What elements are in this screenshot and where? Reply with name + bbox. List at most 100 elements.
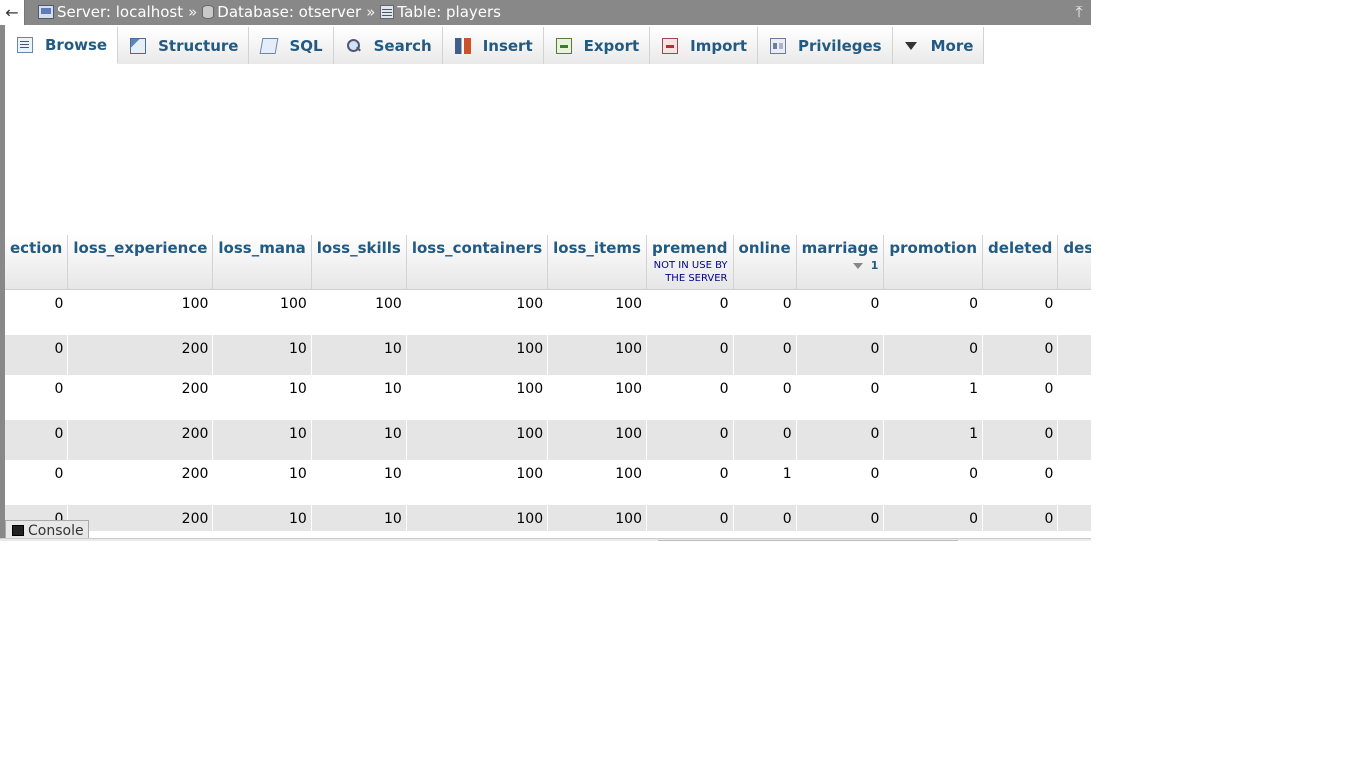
table-cell: 1 bbox=[733, 459, 797, 505]
table-cell: 0 bbox=[5, 289, 69, 335]
column-header-label: loss_containers bbox=[411, 239, 543, 257]
collapse-top-icon[interactable]: ⤒ bbox=[1070, 3, 1088, 21]
sql-icon bbox=[260, 37, 279, 54]
table-cell: 0 bbox=[733, 289, 797, 335]
table-cell: 0 bbox=[646, 374, 734, 420]
table-cell: 100 bbox=[67, 289, 214, 335]
column-header-label: marriage bbox=[801, 239, 879, 257]
table-cell: 0 bbox=[733, 334, 797, 375]
breadcrumb-table[interactable]: Table: players bbox=[380, 3, 501, 21]
breadcrumb-server[interactable]: Server: localhost bbox=[38, 3, 183, 21]
column-header-label: promotion bbox=[889, 239, 978, 257]
table-cell: 100 bbox=[212, 289, 312, 335]
table-cell: 100 bbox=[547, 459, 647, 505]
breadcrumb-database-label: Database: otserver bbox=[217, 3, 362, 21]
table-cell: 100 bbox=[547, 289, 647, 335]
table-cell: 0 bbox=[883, 504, 984, 531]
console-toggle-button[interactable]: Console bbox=[5, 520, 89, 540]
column-header-label: deleted bbox=[988, 239, 1053, 257]
tab-label: Structure bbox=[158, 36, 239, 55]
column-comment-line: THE SERVER bbox=[665, 273, 728, 284]
table-cell: 0 bbox=[646, 504, 734, 531]
back-arrow-icon: ← bbox=[5, 3, 19, 22]
tab-label: Privileges bbox=[798, 36, 882, 55]
column-header[interactable]: loss_containers bbox=[406, 235, 549, 290]
table-cell: 10 bbox=[311, 504, 407, 531]
table-cell: 100 bbox=[547, 504, 647, 531]
console-label: Console bbox=[28, 522, 84, 539]
column-header[interactable]: loss_items bbox=[547, 235, 647, 290]
table-row[interactable]: 0 200 10 10 100 100 0 0 0 1 0 bbox=[5, 419, 1091, 460]
breadcrumb-separator: » bbox=[366, 3, 376, 21]
column-header-label: loss_experience bbox=[73, 239, 208, 257]
tab-import[interactable]: Import bbox=[650, 27, 758, 64]
table-cell: 100 bbox=[406, 334, 549, 375]
table-cell: 0 bbox=[883, 459, 984, 505]
tab-label: Export bbox=[583, 36, 640, 55]
table-cell: 0 bbox=[796, 334, 885, 375]
table-cell: 0 bbox=[733, 419, 797, 460]
table-cell: 0 bbox=[883, 334, 984, 375]
table-cell: 100 bbox=[406, 374, 549, 420]
table-cell: 10 bbox=[212, 374, 312, 420]
column-header[interactable]: loss_skills bbox=[311, 235, 407, 290]
table-cell: 10 bbox=[212, 419, 312, 460]
column-header-marriage[interactable]: marriage 1 bbox=[796, 235, 885, 290]
tab-browse[interactable]: Browse bbox=[5, 27, 119, 64]
back-button[interactable]: ← bbox=[0, 0, 25, 25]
tab-label: SQL bbox=[289, 36, 323, 55]
table-row[interactable]: 0 200 10 10 100 100 0 0 0 0 0 bbox=[5, 334, 1091, 375]
sort-indicator: 1 bbox=[802, 259, 879, 272]
phpmyadmin-window: ← Server: localhost » Database: otserver… bbox=[0, 0, 1091, 541]
table-cell: 0 bbox=[646, 459, 734, 505]
table-cell: 100 bbox=[311, 289, 407, 335]
table-row[interactable]: 0 100 100 100 100 100 0 0 0 0 0 bbox=[5, 289, 1091, 335]
column-header-premend[interactable]: premend NOT IN USE BY THE SERVER bbox=[646, 235, 734, 290]
tab-insert[interactable]: Insert bbox=[442, 27, 544, 64]
tab-search[interactable]: Search bbox=[333, 27, 443, 64]
table-row[interactable]: 0 200 10 10 100 100 0 0 0 1 0 bbox=[5, 374, 1091, 420]
table-cell: 100 bbox=[547, 419, 647, 460]
tab-more[interactable]: More bbox=[892, 27, 985, 64]
privileges-icon bbox=[770, 37, 786, 54]
structure-icon bbox=[130, 37, 147, 54]
table-cell: 200 bbox=[67, 504, 214, 531]
tab-structure[interactable]: Structure bbox=[118, 27, 250, 64]
breadcrumb-database[interactable]: Database: otserver bbox=[202, 3, 361, 21]
tab-export[interactable]: Export bbox=[543, 27, 651, 64]
table-cell: 0 bbox=[646, 334, 734, 375]
tab-label: More bbox=[930, 36, 974, 55]
tab-bar: Browse Structure SQL Search Insert Expor… bbox=[5, 27, 985, 64]
table-cell: 100 bbox=[406, 289, 549, 335]
tab-label: Browse bbox=[45, 36, 108, 54]
table-icon bbox=[380, 5, 395, 19]
table-cell: 200 bbox=[67, 374, 214, 420]
table-cell: 10 bbox=[311, 419, 407, 460]
tab-sql[interactable]: SQL bbox=[249, 27, 334, 64]
table-cell: 0 bbox=[982, 419, 1059, 460]
table-cell: 0 bbox=[5, 459, 69, 505]
horizontal-scrollbar[interactable] bbox=[658, 540, 958, 541]
column-header-label: loss_skills bbox=[316, 239, 401, 257]
column-header[interactable]: loss_experience bbox=[67, 235, 214, 290]
table-cell: 100 bbox=[547, 374, 647, 420]
table-cell: 0 bbox=[982, 459, 1059, 505]
table-cell: 1 bbox=[883, 419, 984, 460]
column-header[interactable]: online bbox=[733, 235, 797, 290]
sort-order-number: 1 bbox=[870, 259, 879, 272]
table-cell: 200 bbox=[67, 334, 214, 375]
column-header[interactable]: promotion bbox=[883, 235, 984, 290]
table-row[interactable]: 0 200 10 10 100 100 0 0 0 0 0 bbox=[5, 504, 1091, 531]
column-header[interactable]: loss_mana bbox=[212, 235, 312, 290]
browse-icon bbox=[17, 37, 33, 53]
table-cell: 100 bbox=[406, 419, 549, 460]
column-header-label: online bbox=[738, 239, 791, 257]
column-header[interactable]: deleted bbox=[982, 235, 1059, 290]
table-cell bbox=[1057, 334, 1091, 375]
table-cell: 0 bbox=[796, 504, 885, 531]
table-row[interactable]: 0 200 10 10 100 100 0 1 0 0 0 bbox=[5, 459, 1091, 505]
tab-privileges[interactable]: Privileges bbox=[758, 27, 893, 64]
chevron-down-icon bbox=[904, 41, 917, 50]
column-header[interactable]: ection bbox=[5, 235, 69, 290]
column-header[interactable]: descriptio bbox=[1057, 235, 1091, 290]
